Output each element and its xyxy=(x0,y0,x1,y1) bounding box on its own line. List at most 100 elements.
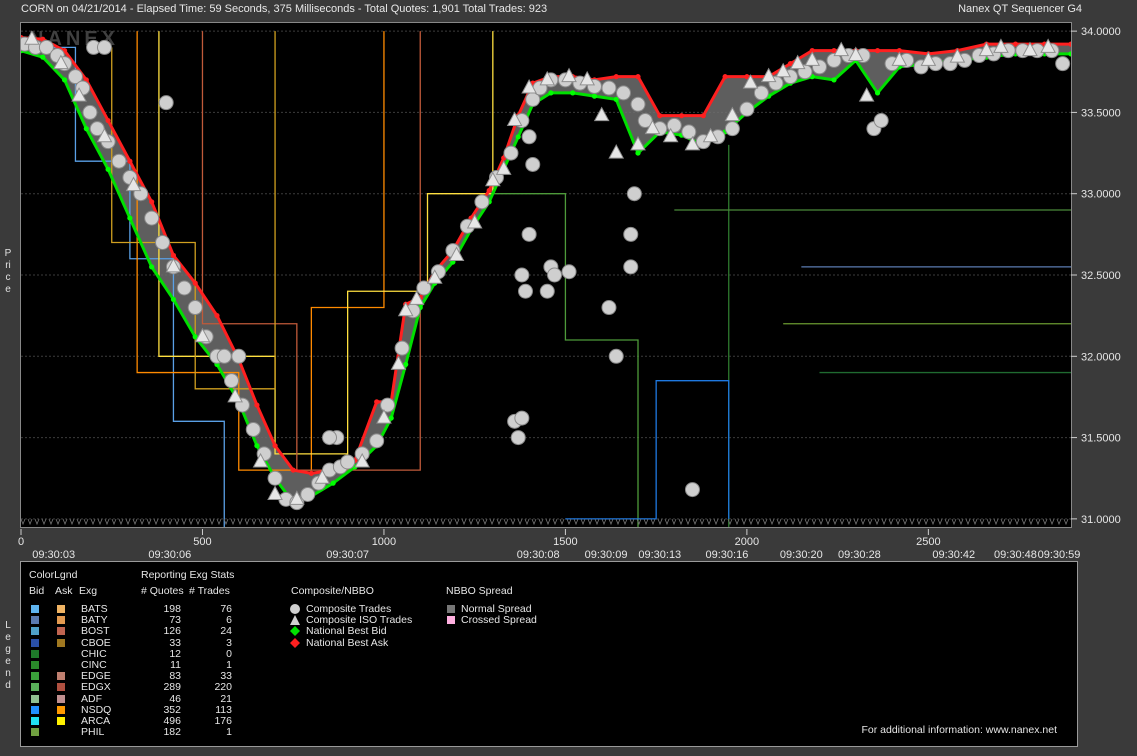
legend-exchange-name: BATY xyxy=(81,614,108,627)
composite-trade-point xyxy=(608,348,624,364)
x-minor-tick xyxy=(811,518,817,526)
national-best-bid-point xyxy=(127,215,133,221)
legend-bid-swatch xyxy=(31,649,39,658)
legend-quote-count: 33 xyxy=(169,636,181,649)
composite-trade-point xyxy=(623,259,639,275)
legend-quote-count: 352 xyxy=(163,703,181,716)
chart-plot-area[interactable]: NANEX xyxy=(20,22,1072,528)
legend-bid-swatch xyxy=(31,638,39,647)
x-minor-tick xyxy=(720,518,726,526)
x-minor-tick xyxy=(181,518,187,526)
national-best-bid-point xyxy=(170,296,177,302)
legend-triangle-icon xyxy=(290,615,300,626)
y-tick-label: 31.5000 xyxy=(1081,433,1121,445)
legend-trade-count: 33 xyxy=(220,670,232,683)
x-minor-tick xyxy=(692,518,698,526)
x-minor-tick xyxy=(972,518,978,526)
x-minor-tick xyxy=(69,518,75,526)
x-minor-tick xyxy=(1063,518,1069,526)
composite-trade-point xyxy=(517,283,533,299)
x-minor-tick xyxy=(237,518,243,526)
x-minor-tick xyxy=(314,518,320,526)
x-minor-tick xyxy=(951,518,957,526)
x-minor-tick xyxy=(818,518,824,526)
legend-ask-swatch xyxy=(57,694,65,703)
composite-trade-point xyxy=(630,96,646,112)
x-minor-tick xyxy=(531,518,537,526)
footer-info-link[interactable]: For additional information: www.nanex.ne… xyxy=(861,724,1057,736)
x-minor-tick xyxy=(83,518,89,526)
national-best-bid-point xyxy=(874,90,881,96)
x-minor-tick xyxy=(657,518,663,526)
x-minor-tick xyxy=(1000,518,1006,526)
x-minor-tick xyxy=(111,518,117,526)
legend-composite-label: National Best Ask xyxy=(306,636,389,649)
x-minor-tick xyxy=(405,518,411,526)
chart-header-title: CORN on 04/21/2014 - Elapsed Time: 59 Se… xyxy=(21,3,548,15)
legend-bid-swatch xyxy=(31,694,39,703)
legend-composite-label: National Best Bid xyxy=(306,625,387,638)
x-minor-tick xyxy=(769,518,775,526)
national-best-ask-point xyxy=(486,187,492,194)
x-minor-tick xyxy=(321,518,327,526)
x-minor-tick xyxy=(209,518,215,526)
legend-quote-count: 496 xyxy=(163,715,181,727)
national-best-ask-point xyxy=(214,313,220,319)
x-minor-tick xyxy=(300,518,306,526)
y-tick-label: 34.0000 xyxy=(1081,26,1121,38)
x-minor-tick xyxy=(874,518,880,526)
composite-trade-point xyxy=(380,397,396,413)
x-minor-tick xyxy=(265,518,271,526)
x-minor-tick xyxy=(307,518,313,526)
app-name: Nanex QT Sequencer G4 xyxy=(958,3,1082,15)
national-best-ask-point xyxy=(254,402,260,408)
x-minor-tick xyxy=(132,518,138,526)
composite-trade-point xyxy=(267,470,283,486)
composite-trade-point xyxy=(369,433,385,449)
national-best-ask-point xyxy=(678,113,685,119)
legend-spread-swatch xyxy=(447,616,455,625)
x-time-label: 09:30:48 xyxy=(994,549,1037,560)
x-minor-tick xyxy=(335,518,341,526)
price-chart[interactable]: NANEX xyxy=(21,23,1071,527)
legend-bid-swatch xyxy=(31,672,39,681)
x-minor-tick xyxy=(916,518,922,526)
x-time-label: 09:30:28 xyxy=(838,549,881,560)
national-best-ask-point xyxy=(613,74,619,80)
composite-trade-point xyxy=(322,430,338,446)
national-best-bid-point xyxy=(548,90,554,96)
legend-trade-count: 176 xyxy=(214,715,232,727)
x-minor-tick xyxy=(559,518,565,526)
composite-trade-point xyxy=(514,410,530,426)
x-minor-tick xyxy=(797,518,803,526)
x-minor-tick xyxy=(125,518,131,526)
x-minor-tick xyxy=(433,518,439,526)
composite-iso-trade-point xyxy=(593,106,610,122)
x-minor-tick xyxy=(272,518,278,526)
legend-ask-swatch xyxy=(57,616,65,625)
legend-bid-swatch xyxy=(31,661,39,669)
legend-trade-count: 3 xyxy=(226,636,232,649)
x-minor-tick xyxy=(755,518,761,526)
legend-exchange-name: EDGE xyxy=(81,670,111,683)
x-minor-tick xyxy=(622,518,628,526)
x-minor-tick xyxy=(587,518,593,526)
x-minor-tick xyxy=(825,518,831,526)
x-minor-tick xyxy=(62,518,68,526)
composite-iso-trade-point xyxy=(267,485,283,500)
legend-spread-title: NBBO Spread xyxy=(446,585,513,597)
legend-exchange-name: NSDQ xyxy=(81,703,112,716)
national-best-ask-point xyxy=(635,74,641,80)
composite-trade-point xyxy=(394,340,410,356)
composite-trade-point xyxy=(739,101,755,117)
x-minor-tick xyxy=(363,518,369,526)
x-minor-tick xyxy=(741,518,747,526)
x-minor-tick xyxy=(699,518,705,526)
legend-spread-swatch xyxy=(447,605,455,613)
x-minor-tick xyxy=(650,518,656,526)
composite-trade-point xyxy=(601,80,617,96)
y-tick-label: 33.0000 xyxy=(1081,189,1121,201)
composite-trade-point xyxy=(684,482,700,498)
exchange-quote-line xyxy=(158,31,494,455)
x-minor-tick xyxy=(174,518,180,526)
